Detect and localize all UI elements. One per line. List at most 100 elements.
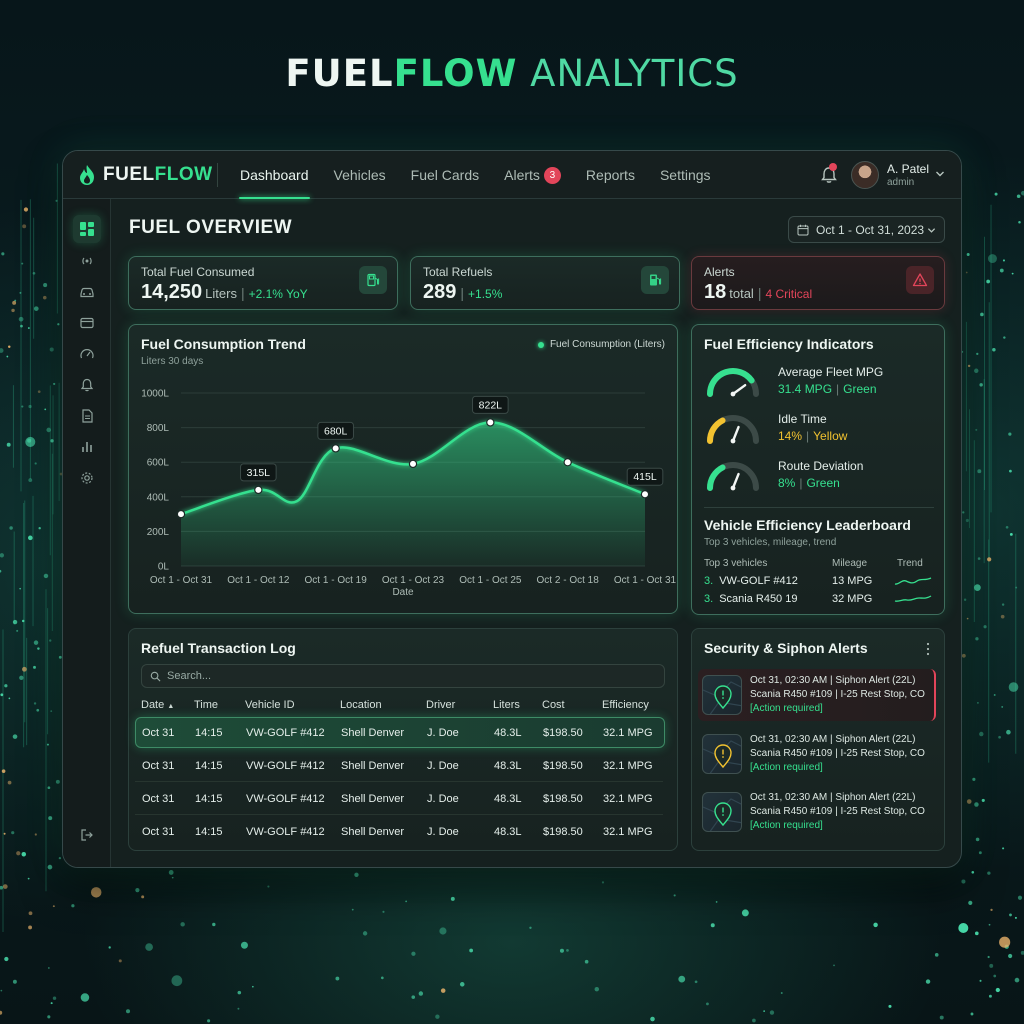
bg-dot [28,925,33,930]
svg-text:822L: 822L [479,399,503,411]
column-header-date[interactable]: Date ▲ [141,699,174,711]
sidebar-item-logout[interactable] [73,821,101,849]
nav-fuel-cards[interactable]: Fuel Cards [400,151,490,199]
bg-dot [52,905,55,908]
sidebar-item-alerts[interactable] [73,371,101,399]
table-row[interactable]: Oct 31 14:15 VW-GOLF #412 Shell Denver J… [135,717,665,748]
leaderboard-row[interactable]: 3. VW-GOLF #412 13 MPG [704,575,936,593]
nav-settings[interactable]: Settings [649,151,722,199]
column-header-cost[interactable]: Cost [542,699,565,711]
column-header-liters[interactable]: Liters [493,699,520,711]
sidebar-item-reports[interactable] [73,402,101,430]
bg-dot [988,254,997,264]
nav-dashboard[interactable]: Dashboard [229,151,320,199]
column-header-driver[interactable]: Driver [426,699,455,711]
y-tick-label: 600L [147,458,170,469]
siphon-alert-item[interactable]: Oct 31, 02:30 AM | Siphon Alert (22L) Sc… [698,669,936,721]
column-header-efficiency[interactable]: Efficiency [602,699,649,711]
table-row[interactable]: Oct 31 14:15 VW-GOLF #412 Shell Denver J… [135,784,663,815]
bg-dot [171,876,174,879]
cell-liters: 48.3L [494,793,522,805]
bg-dot [1018,220,1021,224]
avatar[interactable] [851,161,879,189]
stat-card-alerts[interactable]: Alerts 18 total | 4 Critical [691,256,945,310]
warning-icon-box [906,266,934,294]
bg-dot [411,995,416,999]
y-tick-label: 400L [147,492,170,503]
bg-dot [0,989,3,992]
sidebar-item-dashboard[interactable] [73,215,101,243]
bg-dot [125,1009,131,1014]
cell-cost: $198.50 [543,727,583,739]
bg-dot [710,923,715,928]
sidebar-item-fuel-cards[interactable] [73,309,101,337]
alert-action-link[interactable]: [Action required] [750,762,823,773]
efficiency-row-idle[interactable]: Idle Time 14% | Yellow [704,410,944,450]
bg-dot [993,694,996,696]
bg-dot [1015,586,1018,589]
bg-dot [37,647,40,650]
bg-dot [135,888,140,893]
chevron-down-icon[interactable] [935,169,945,179]
column-header-location[interactable]: Location [340,699,382,711]
data-point [176,509,186,519]
leaderboard-row[interactable]: 3. Scania R450 19 32 MPG [704,593,936,611]
bg-dot [1002,259,1006,262]
sidebar-item-analytics[interactable] [73,433,101,461]
efficiency-value-text: 8% [778,476,796,490]
bg-dot [979,383,983,387]
leaderboard-header-trend: Trend [897,558,923,569]
bg-dot [977,702,979,704]
total-fuel-value: 14,250 [141,281,203,303]
cell-location: Shell Denver [341,793,404,805]
bg-dot [986,279,990,284]
stat-card-total-fuel[interactable]: Total Fuel Consumed 14,250 Liters | +2.1% Y… [128,256,398,310]
bg-dot [145,943,153,951]
bg-dot [989,963,994,968]
trend-chart: 0L 200L 400L 600L 800L 1000L Oct 1 - Oct 31 Oct… [141,389,676,587]
column-header-vehicle-id[interactable]: Vehicle ID [245,699,295,711]
sidebar-item-telematics[interactable] [73,247,101,275]
date-range-picker[interactable]: Oct 1 - Oct 31, 2023 [788,216,945,243]
siphon-alert-item[interactable]: Oct 31, 02:30 AM | Siphon Alert (22L) Sc… [698,728,936,780]
nav-alerts[interactable]: Alerts 3 [493,151,572,199]
alert-action-link[interactable]: [Action required] [750,703,823,714]
column-header-time[interactable]: Time [194,699,218,711]
calendar-icon [797,224,809,235]
stat-card-total-refuels[interactable]: Total Refuels 289 | +1.5% [410,256,680,310]
bg-dot [171,975,183,987]
more-options-icon[interactable] [926,642,930,656]
sidebar-item-vehicles[interactable] [73,278,101,306]
bg-dot [0,1010,3,1015]
bg-dot [999,936,1011,948]
bg-dot [978,851,982,855]
cell-liters: 48.3L [494,727,522,739]
bg-dot [1001,603,1005,606]
bg-dot [990,908,993,912]
leaderboard-header-mileage: Mileage [832,558,868,569]
search-input[interactable]: Search... [141,664,665,688]
bg-dot [988,994,992,998]
bg-dot [934,953,939,957]
efficiency-row-route[interactable]: Route Deviation 8% | Green [704,457,944,497]
bg-dot [1000,614,1005,619]
sidebar-item-performance[interactable] [73,340,101,368]
leaderboard-rank: 3. [704,575,714,587]
log-title: Refuel Transaction Log [141,640,296,656]
nav-vehicles[interactable]: Vehicles [323,151,397,199]
siphon-alert-item[interactable]: Oct 31, 02:30 AM | Siphon Alert (22L) Sc… [698,786,936,838]
brand-logo[interactable]: FUELFLOW [77,163,213,187]
efficiency-row-mpg[interactable]: Average Fleet MPG 31.4 MPG | Green [704,363,944,403]
efficiency-label: Average Fleet MPG [778,365,884,379]
bg-dot [968,900,973,905]
sidebar-item-settings[interactable] [73,464,101,492]
table-row[interactable]: Oct 31 14:15 VW-GOLF #412 Shell Denver J… [135,751,663,782]
bg-dot [32,271,36,275]
bg-dot [27,327,30,330]
alert-action-link[interactable]: [Action required] [750,820,823,831]
table-row[interactable]: Oct 31 14:15 VW-GOLF #412 Shell Denver J… [135,817,663,848]
dashboard-window: FUELFLOW Dashboard Vehicles Fuel Cards A… [62,150,962,868]
map-thumbnail [702,792,742,832]
nav-reports[interactable]: Reports [575,151,646,199]
bg-dot [207,1019,211,1023]
